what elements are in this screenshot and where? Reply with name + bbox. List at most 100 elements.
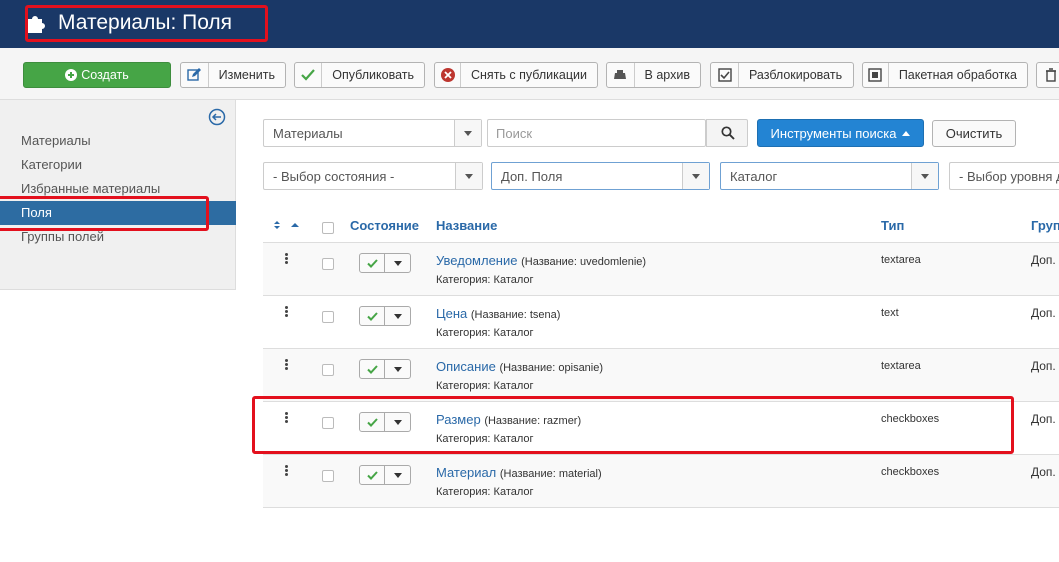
status-toggle[interactable] (359, 306, 411, 326)
field-group: Доп. (1031, 412, 1056, 426)
field-alias: (Название: material) (499, 468, 602, 480)
sidebar-item-field-groups[interactable]: Группы полей (0, 225, 236, 249)
check-icon (301, 69, 315, 81)
edit-button[interactable]: Изменить (180, 62, 286, 88)
create-button[interactable]: Создать (23, 62, 171, 88)
column-header-state[interactable]: Состояние (350, 218, 419, 233)
field-title-link[interactable]: Уведомление (436, 253, 517, 268)
plus-circle-icon (65, 69, 78, 81)
field-title-link[interactable]: Размер (436, 412, 481, 427)
archive-icon (614, 70, 627, 79)
select-all-checkbox[interactable] (322, 222, 334, 234)
row-checkbox[interactable] (322, 364, 334, 376)
field-category: Категория: Каталог (436, 486, 534, 498)
field-category: Категория: Каталог (436, 433, 534, 445)
status-dropdown-icon[interactable] (385, 307, 410, 325)
status-toggle[interactable] (359, 359, 411, 379)
row-checkbox[interactable] (322, 470, 334, 482)
context-select[interactable]: Материалы (263, 119, 482, 147)
chevron-down-icon (911, 163, 938, 189)
search-tools-button[interactable]: Инструменты поиска (757, 119, 924, 147)
field-alias: (Название: opisanie) (499, 362, 604, 374)
page-title: Материалы: Поля (58, 11, 233, 34)
status-dropdown-icon[interactable] (385, 360, 410, 378)
row-checkbox[interactable] (322, 258, 334, 270)
field-type: text (881, 307, 899, 319)
batch-icon (868, 68, 883, 82)
field-alias: (Название: uvedomlenie) (521, 256, 647, 268)
sidebar-item-fields[interactable]: Поля (0, 201, 236, 225)
sidebar-item-categories[interactable]: Категории (0, 153, 236, 177)
status-toggle[interactable] (359, 253, 411, 273)
drag-handle-icon[interactable] (285, 306, 289, 318)
field-title: Описание (Название: opisanie) (436, 359, 603, 374)
batch-button[interactable]: Пакетная обработка (862, 62, 1028, 88)
published-check-icon[interactable] (360, 413, 385, 431)
field-type: checkboxes (881, 466, 940, 478)
category-select[interactable]: Каталог (720, 162, 939, 190)
column-header-group[interactable]: Груп (1031, 218, 1059, 233)
drag-handle-icon[interactable] (285, 465, 289, 477)
field-group: Доп. (1031, 253, 1056, 267)
column-header-type[interactable]: Тип (881, 218, 904, 233)
status-dropdown-icon[interactable] (385, 254, 410, 272)
published-check-icon[interactable] (360, 466, 385, 484)
field-alias: (Название: tsena) (470, 309, 561, 321)
state-select[interactable]: - Выбор состояния - (263, 162, 483, 190)
field-group: Доп. (1031, 359, 1056, 373)
field-group-select[interactable]: Доп. Поля (491, 162, 710, 190)
archive-button[interactable]: В архив (606, 62, 701, 88)
chevron-down-icon (455, 163, 482, 189)
unpublish-icon (440, 68, 455, 82)
field-title: Цена (Название: tsena) (436, 306, 560, 321)
caret-up-icon (902, 130, 911, 136)
level-select[interactable]: - Выбор уровня д (949, 162, 1059, 190)
field-category: Категория: Каталог (436, 327, 534, 339)
edit-icon (187, 68, 202, 81)
field-type: checkboxes (881, 413, 940, 425)
field-category: Категория: Каталог (436, 274, 534, 286)
search-input[interactable]: Поиск (487, 119, 706, 147)
field-alias: (Название: razmer) (484, 415, 582, 427)
field-group: Доп. (1031, 465, 1056, 479)
published-check-icon[interactable] (360, 360, 385, 378)
status-dropdown-icon[interactable] (385, 466, 410, 484)
sidebar-item-featured[interactable]: Избранные материалы (0, 177, 236, 201)
toolbar: Создать Изменить Опубликовать Снять с пу… (0, 48, 1059, 100)
clear-button[interactable]: Очистить (932, 120, 1016, 147)
field-type: textarea (881, 254, 921, 266)
checkin-button[interactable]: Разблокировать (710, 62, 854, 88)
collapse-sidebar-icon[interactable] (208, 108, 226, 126)
field-title-link[interactable]: Материал (436, 465, 496, 480)
app-header: Материалы: Поля (0, 0, 1059, 48)
field-title-link[interactable]: Цена (436, 306, 467, 321)
published-check-icon[interactable] (360, 254, 385, 272)
sidebar: Материалы Категории Избранные материалы … (0, 100, 236, 290)
status-toggle[interactable] (359, 465, 411, 485)
unpublish-button[interactable]: Снять с публикации (434, 62, 598, 88)
sidebar-item-articles[interactable]: Материалы (0, 129, 236, 153)
sort-ordering-icon[interactable] (273, 220, 299, 230)
trash-icon (1046, 68, 1056, 82)
drag-handle-icon[interactable] (285, 253, 289, 265)
drag-handle-icon[interactable] (285, 359, 289, 371)
search-button[interactable] (706, 119, 748, 147)
field-title: Размер (Название: razmer) (436, 412, 581, 427)
status-toggle[interactable] (359, 412, 411, 432)
field-title: Уведомление (Название: uvedomlenie) (436, 253, 646, 268)
field-type: textarea (881, 360, 921, 372)
field-title-link[interactable]: Описание (436, 359, 496, 374)
row-divider (263, 507, 1059, 508)
checkbox-icon (717, 68, 732, 82)
chevron-down-icon (682, 163, 709, 189)
published-check-icon[interactable] (360, 307, 385, 325)
drag-handle-icon[interactable] (285, 412, 289, 424)
field-group: Доп. (1031, 306, 1056, 320)
publish-button[interactable]: Опубликовать (294, 62, 425, 88)
row-checkbox[interactable] (322, 417, 334, 429)
column-header-title[interactable]: Название (436, 218, 497, 233)
trash-button[interactable] (1036, 62, 1059, 88)
row-checkbox[interactable] (322, 311, 334, 323)
field-title: Материал (Название: material) (436, 465, 602, 480)
status-dropdown-icon[interactable] (385, 413, 410, 431)
